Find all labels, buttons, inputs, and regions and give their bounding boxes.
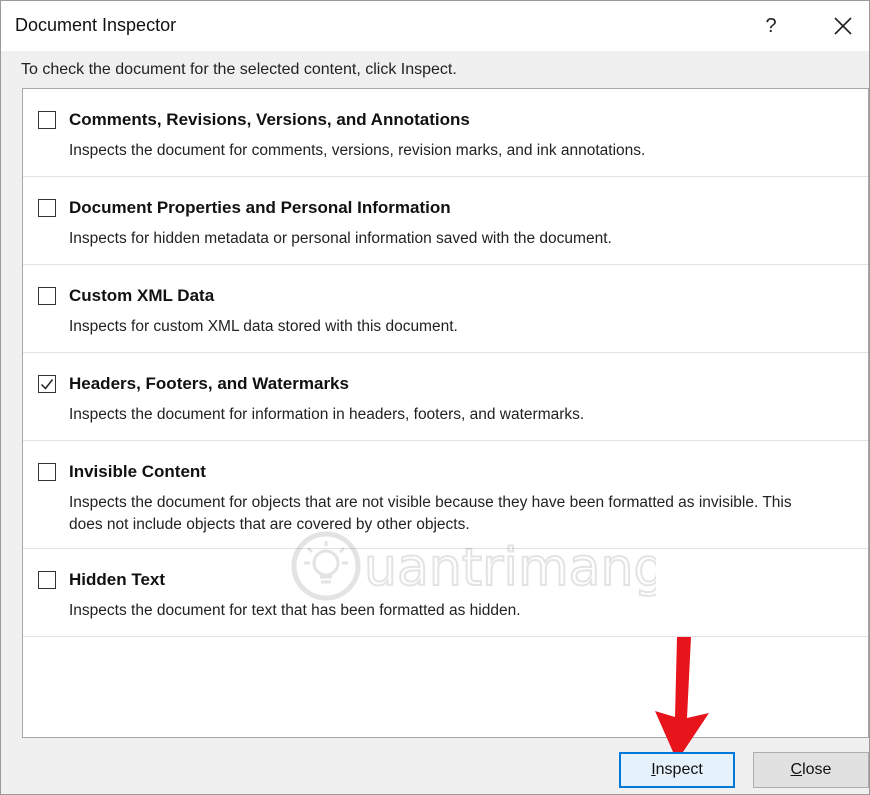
option-headers-footers: Headers, Footers, and Watermarks Inspect… (23, 353, 868, 441)
option-description: Inspects for hidden metadata or personal… (69, 230, 612, 247)
quantrimang-watermark: uantrimang (291, 531, 656, 601)
red-arrow-annotation (655, 637, 709, 761)
option-title: Document Properties and Personal Informa… (69, 198, 451, 217)
option-description: Inspects for custom XML data stored with… (69, 318, 458, 335)
close-window-button[interactable] (821, 7, 865, 45)
option-title: Comments, Revisions, Versions, and Annot… (69, 110, 470, 129)
checkbox-invisible-content[interactable] (38, 463, 56, 481)
checkbox-custom-xml[interactable] (38, 287, 56, 305)
close-button[interactable]: Close (753, 752, 869, 788)
title-bar: Document Inspector ? (1, 1, 869, 51)
dialog-title: Document Inspector (15, 15, 177, 35)
inspection-options-list: Comments, Revisions, Versions, and Annot… (22, 88, 869, 738)
checkbox-comments-revisions[interactable] (38, 111, 56, 129)
option-title: Headers, Footers, and Watermarks (69, 374, 349, 393)
checkbox-document-properties[interactable] (38, 199, 56, 217)
checkmark-icon (40, 379, 54, 390)
checkbox-hidden-text[interactable] (38, 571, 56, 589)
option-comments-revisions: Comments, Revisions, Versions, and Annot… (23, 89, 868, 177)
help-icon: ? (765, 15, 777, 37)
option-description: Inspects the document for comments, vers… (69, 142, 646, 159)
checkbox-headers-footers[interactable] (38, 375, 56, 393)
option-description: Inspects the document for information in… (69, 406, 585, 423)
inspect-button[interactable]: Inspect (619, 752, 735, 788)
option-title: Custom XML Data (69, 286, 215, 305)
option-custom-xml: Custom XML Data Inspects for custom XML … (23, 265, 868, 353)
instruction-text: To check the document for the selected c… (21, 61, 457, 78)
option-title: Hidden Text (69, 570, 166, 589)
document-inspector-dialog: Document Inspector ? To check the docume… (0, 0, 870, 795)
option-document-properties: Document Properties and Personal Informa… (23, 177, 868, 265)
close-icon (834, 17, 852, 35)
option-title: Invisible Content (69, 462, 206, 481)
watermark-text: uantrimang (364, 538, 656, 598)
help-button[interactable]: ? (749, 7, 793, 45)
